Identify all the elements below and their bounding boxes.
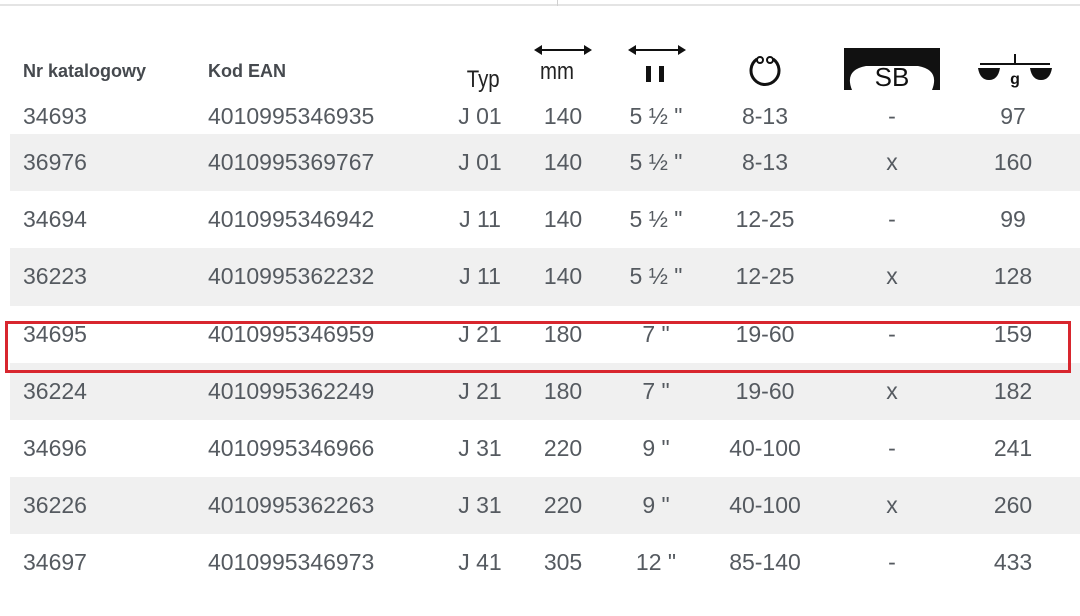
cell-jaw-width: 5 ½ " bbox=[629, 206, 683, 233]
cell-jaw-width: 5 ½ " bbox=[629, 103, 683, 129]
cell-weight: 433 bbox=[993, 549, 1033, 576]
cell-ean-code: 4010995362232 bbox=[208, 263, 375, 290]
cell-length-mm: 140 bbox=[543, 263, 583, 290]
header-sb-package: SB bbox=[842, 46, 942, 92]
cell-type: J 11 bbox=[459, 263, 501, 290]
cell-catalog-number: 36223 bbox=[23, 263, 87, 290]
cell-ean-code: 4010995346935 bbox=[208, 103, 375, 129]
header-type: Typ bbox=[466, 66, 500, 93]
cell-weight: 128 bbox=[993, 263, 1033, 290]
sb-package-icon: SB bbox=[844, 48, 940, 92]
header-clamp-range bbox=[745, 52, 785, 92]
header-length-mm: mm bbox=[532, 38, 594, 92]
table-row: 34693 4010995346935 J 01 140 5 ½ " 8-13 - 97 bbox=[10, 98, 1080, 134]
highlight-frame bbox=[5, 321, 1071, 373]
cell-sb-package: x bbox=[886, 263, 898, 290]
cell-sb-package: x bbox=[886, 492, 898, 519]
cell-length-mm: 305 bbox=[543, 549, 583, 576]
cell-sb-package: x bbox=[886, 149, 898, 175]
header-sb-label: SB bbox=[875, 62, 910, 92]
table-row: 34696 4010995346966 J 31 220 9 " 40-100 - 241 bbox=[10, 420, 1080, 477]
header-weight: g bbox=[976, 52, 1054, 92]
cell-catalog-number: 34694 bbox=[23, 206, 87, 233]
cell-jaw-width: 12 " bbox=[635, 549, 677, 576]
cell-jaw-width: 9 " bbox=[642, 492, 670, 519]
top-divider bbox=[0, 4, 1080, 6]
cell-type: J 41 bbox=[458, 549, 502, 576]
cell-sb-package: - bbox=[888, 206, 896, 233]
table-row: 34694 4010995346942 J 11 140 5 ½ " 12-25 - 99 bbox=[10, 191, 1080, 248]
table-row: 34697 4010995346973 J 41 305 12 " 85-140 - 433 bbox=[10, 534, 1080, 591]
cell-catalog-number: 36976 bbox=[23, 149, 87, 175]
cell-clamp-range: 12-25 bbox=[735, 206, 795, 233]
header-g-label: g bbox=[1010, 71, 1020, 88]
cell-ean-code: 4010995346942 bbox=[208, 206, 375, 233]
cell-jaw-width: 9 " bbox=[642, 434, 670, 461]
cell-jaw-width: 5 ½ " bbox=[629, 149, 683, 175]
cell-weight: 260 bbox=[993, 492, 1033, 519]
cell-clamp-range: 8-13 bbox=[741, 103, 789, 129]
cell-catalog-number: 34696 bbox=[23, 434, 87, 461]
cell-weight: 160 bbox=[993, 149, 1033, 175]
cell-catalog-number: 34697 bbox=[23, 549, 87, 576]
header-catalog-number: Nr katalogowy bbox=[23, 61, 147, 81]
cell-type: J 31 bbox=[458, 492, 502, 519]
cell-weight: 241 bbox=[993, 434, 1033, 461]
cell-ean-code: 4010995369767 bbox=[208, 149, 375, 175]
header-jaw-width bbox=[626, 38, 688, 92]
cell-length-mm: 220 bbox=[543, 492, 583, 519]
cell-length-mm: 140 bbox=[543, 149, 583, 175]
cell-sb-package: - bbox=[888, 549, 896, 576]
cell-clamp-range: 40-100 bbox=[729, 492, 801, 519]
cell-sb-package: - bbox=[888, 103, 896, 129]
cell-length-mm: 140 bbox=[543, 103, 583, 129]
cell-catalog-number: 36226 bbox=[23, 492, 87, 519]
cell-ean-code: 4010995362263 bbox=[208, 492, 375, 519]
cell-clamp-range: 40-100 bbox=[729, 434, 801, 461]
table-row: 36976 4010995369767 J 01 140 5 ½ " 8-13 x 160 bbox=[10, 134, 1080, 192]
cell-clamp-range: 8-13 bbox=[741, 149, 789, 175]
cell-type: J 11 bbox=[459, 206, 501, 233]
cell-type: J 31 bbox=[458, 434, 502, 461]
cell-catalog-number: 34693 bbox=[23, 103, 87, 129]
cell-length-mm: 140 bbox=[543, 206, 583, 233]
cell-weight: 97 bbox=[1000, 103, 1026, 129]
cell-clamp-range: 12-25 bbox=[735, 263, 795, 290]
table-row: 36223 4010995362232 J 11 140 5 ½ " 12-25 x 128 bbox=[10, 248, 1080, 306]
cell-clamp-range: 85-140 bbox=[729, 549, 801, 576]
cell-ean-code: 4010995346966 bbox=[208, 434, 375, 461]
cell-length-mm: 220 bbox=[543, 434, 583, 461]
inch-width-icon bbox=[628, 45, 686, 82]
cell-type: J 01 bbox=[458, 149, 502, 175]
cell-jaw-width: 5 ½ " bbox=[629, 263, 683, 290]
scale-icon: g bbox=[978, 54, 1052, 88]
cell-ean-code: 4010995346973 bbox=[208, 549, 375, 576]
table-row: 36226 4010995362263 J 31 220 9 " 40-100 x 260 bbox=[10, 477, 1080, 535]
header-mm-label: mm bbox=[540, 58, 574, 85]
cell-type: J 01 bbox=[458, 103, 502, 129]
divider-tick bbox=[557, 0, 558, 6]
cell-weight: 99 bbox=[1000, 206, 1026, 233]
product-table: Nr katalogowy Kod EAN Typ mm SB g 34693 … bbox=[10, 40, 1080, 592]
cell-sb-package: - bbox=[888, 434, 896, 461]
circle-clamp-icon bbox=[749, 56, 781, 86]
header-ean-code: Kod EAN bbox=[208, 61, 286, 81]
table-header: Nr katalogowy Kod EAN Typ mm SB g bbox=[10, 40, 1080, 98]
